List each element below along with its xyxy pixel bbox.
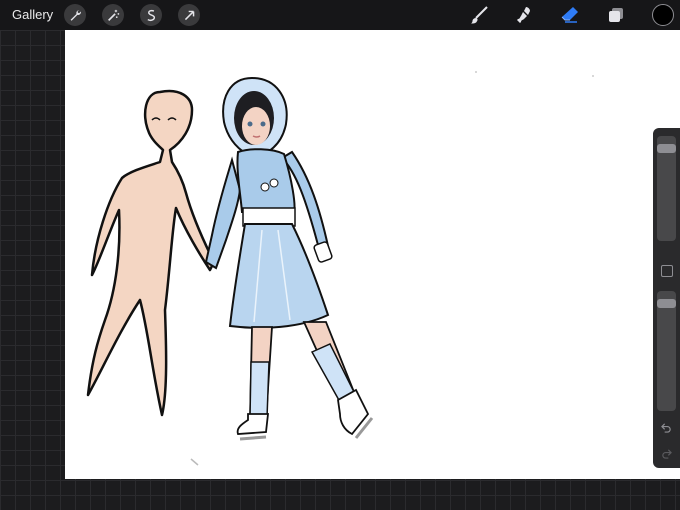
layers-icon [609,8,623,22]
artwork [86,71,594,466]
top-toolbar: Gallery [0,0,680,30]
smudge-icon [517,7,530,23]
smudge-tool-button[interactable] [513,4,535,26]
eraser-tool-button[interactable] [559,4,581,26]
sidebar [653,128,680,468]
transform-button[interactable] [178,4,200,26]
gallery-button[interactable]: Gallery [12,7,53,22]
redo-button[interactable] [659,446,674,461]
skater-girl-figure [204,76,374,441]
wrench-icon [70,9,81,21]
redo-icon [662,449,672,459]
opacity-thumb[interactable] [657,299,676,308]
brush-icon [471,6,488,24]
actions-button[interactable] [64,4,86,26]
modify-button[interactable] [661,265,673,277]
undo-button[interactable] [659,420,674,435]
opacity-slider[interactable] [657,291,676,411]
selection-icon [146,9,155,21]
brush-size-slider[interactable] [657,136,676,241]
selection-button[interactable] [140,4,162,26]
adjustments-button[interactable] [102,4,124,26]
eraser-icon [561,7,578,23]
magic-wand-icon [107,9,119,21]
mannequin-figure [86,89,216,417]
paint-tool-button[interactable] [468,4,490,26]
color-picker-button[interactable] [652,4,674,26]
brush-size-thumb[interactable] [657,144,676,153]
transform-icon [184,10,194,20]
undo-icon [661,423,671,433]
drawing-canvas[interactable] [65,30,680,479]
layers-button[interactable] [605,4,627,26]
